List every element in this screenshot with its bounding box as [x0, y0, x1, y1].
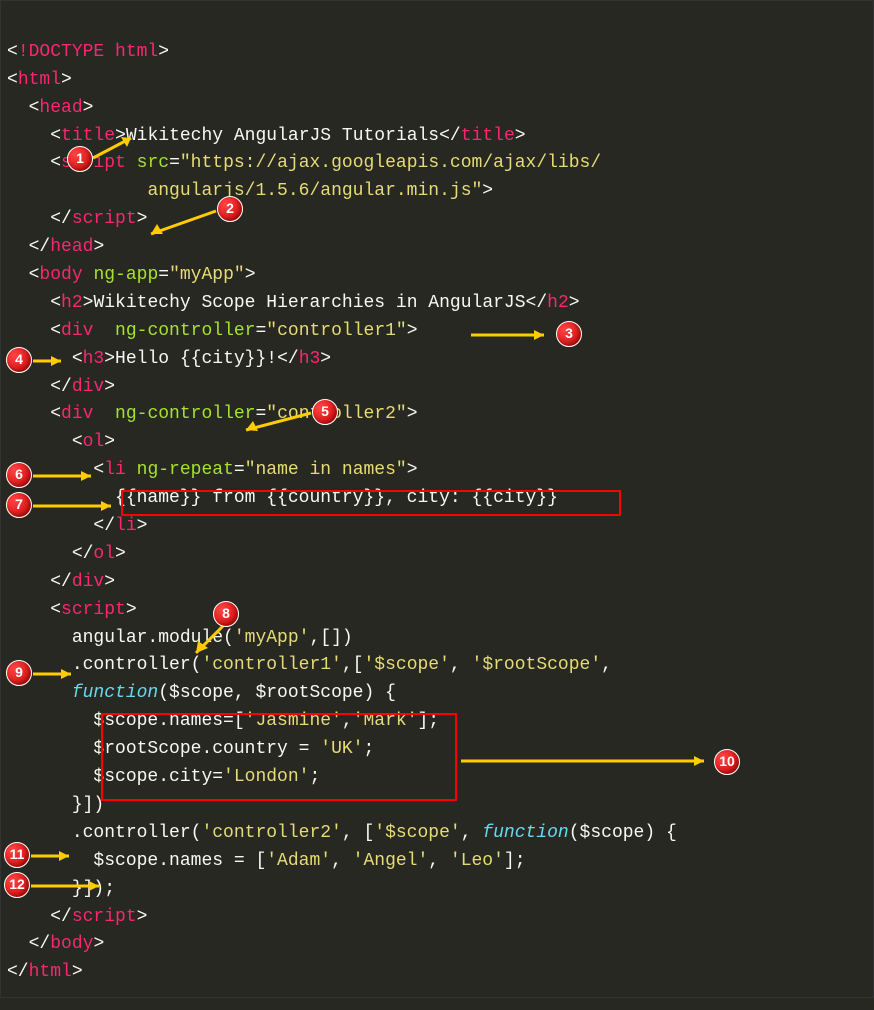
- arrow-7: [31, 498, 121, 529]
- doctype: !DOCTYPE html: [18, 42, 158, 62]
- head-open: head: [39, 98, 82, 118]
- title-text: Wikitechy AngularJS Tutorials: [126, 126, 439, 146]
- badge-6: 6: [6, 462, 32, 488]
- badge-9: 9: [6, 660, 32, 686]
- arrow-12: [29, 878, 109, 909]
- ng-controller-2: ng-controller: [115, 404, 255, 424]
- badge-11: 11: [4, 842, 30, 868]
- badge-3: 3: [556, 321, 582, 347]
- arrow-1: [91, 133, 151, 184]
- ng-repeat-attr: ng-repeat: [137, 460, 234, 480]
- arrow-9: [31, 666, 81, 697]
- badge-1: 1: [67, 146, 93, 172]
- arrow-8: [186, 623, 236, 674]
- badge-5: 5: [312, 399, 338, 425]
- arrow-5: [236, 408, 316, 449]
- badge-4: 4: [6, 347, 32, 373]
- html-close: html: [29, 962, 72, 982]
- arrow-3: [469, 327, 559, 358]
- badge-10: 10: [714, 749, 740, 775]
- ng-app-attr: ng-app: [93, 265, 158, 285]
- redbox-scope-block: [101, 713, 457, 801]
- badge-2: 2: [217, 196, 243, 222]
- redbox-line17: [121, 490, 621, 516]
- arrow-10: [459, 753, 719, 784]
- arrow-4: [31, 353, 71, 384]
- arrow-6: [31, 468, 101, 499]
- html-open: html: [18, 70, 61, 90]
- arrow-2: [141, 206, 221, 252]
- badge-12: 12: [4, 872, 30, 898]
- h3-text: Hello {{city}}!: [115, 349, 277, 369]
- ng-controller-1: ng-controller: [115, 321, 255, 341]
- arrow-11: [29, 848, 79, 879]
- badge-8: 8: [213, 601, 239, 627]
- script-src-2: angularjs/1.5.6/angular.min.js": [147, 181, 482, 201]
- badge-7: 7: [6, 492, 32, 518]
- script-src-1: "https://ajax.googleapis.com/ajax/libs/: [180, 153, 601, 173]
- h2-text: Wikitechy Scope Hierarchies in AngularJS: [93, 293, 525, 313]
